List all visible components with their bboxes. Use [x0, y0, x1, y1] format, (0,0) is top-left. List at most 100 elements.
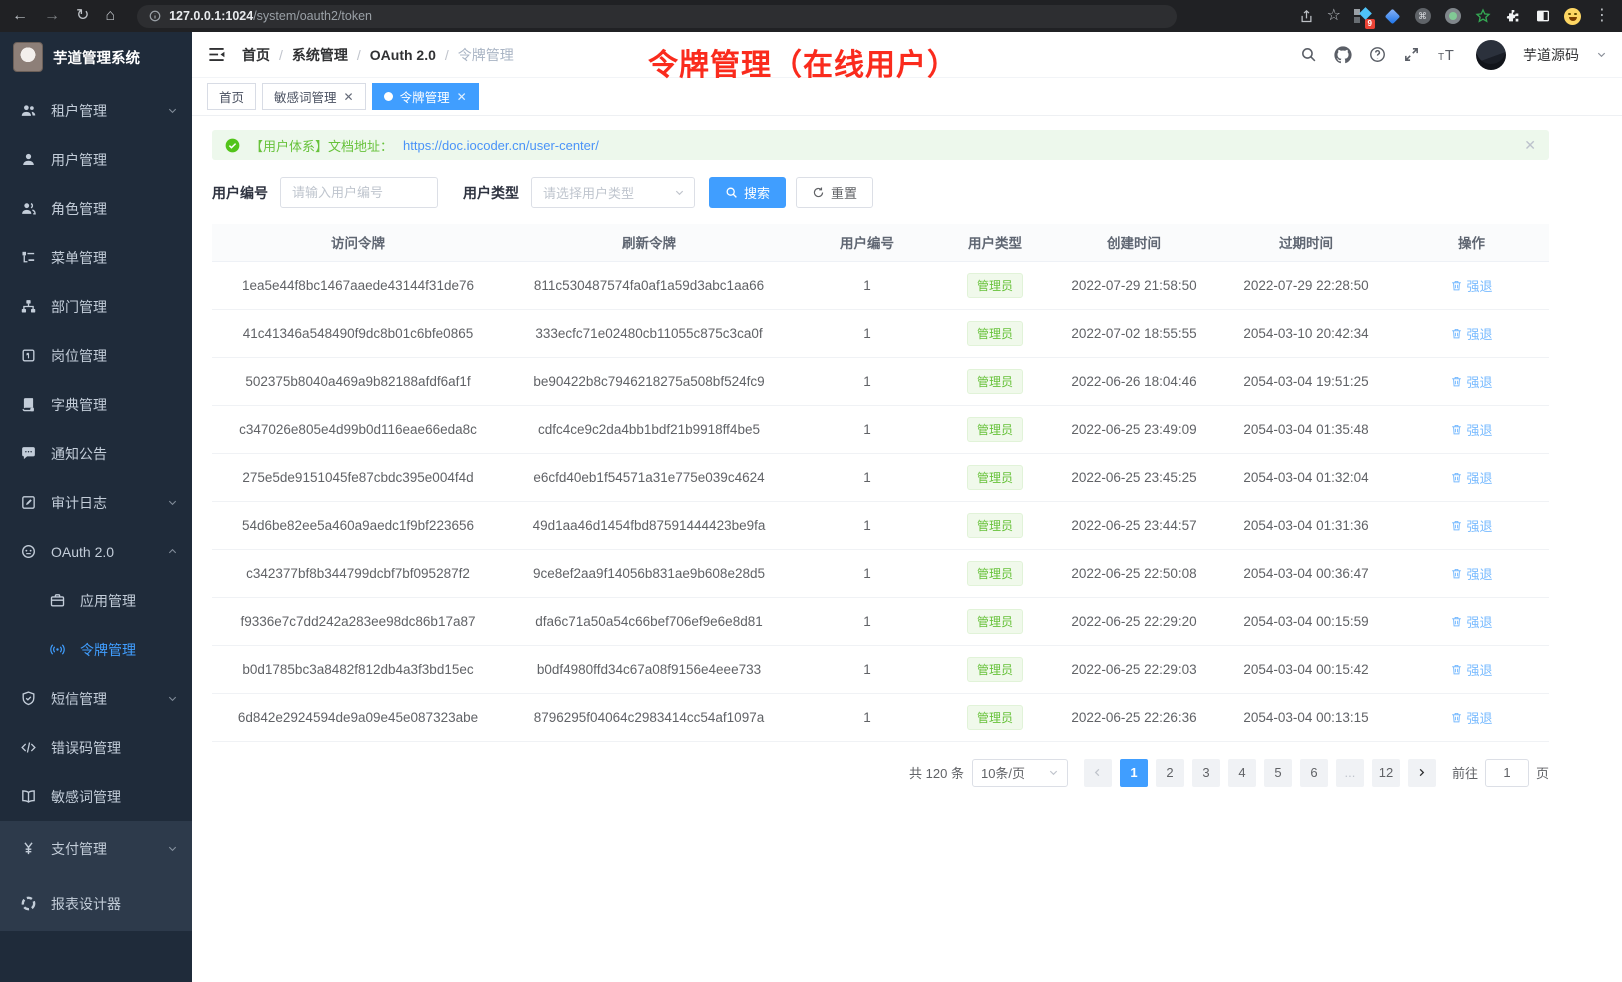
- extension-gem-icon[interactable]: [1384, 8, 1401, 25]
- bookmark-star-icon[interactable]: ☆: [1327, 8, 1341, 24]
- extension-command-icon[interactable]: ⌘: [1414, 8, 1431, 25]
- page-button-5[interactable]: 5: [1264, 759, 1292, 787]
- chevron-down-icon: [167, 843, 178, 854]
- cell-access-token: 275e5de9151045fe87cbdc395e004f4d: [212, 453, 504, 501]
- page-button-2[interactable]: 2: [1156, 759, 1184, 787]
- sidebar-item-短信管理[interactable]: 短信管理: [0, 674, 192, 723]
- sidebar-item-错误码管理[interactable]: 错误码管理: [0, 723, 192, 772]
- cell-action: 强退: [1394, 357, 1549, 405]
- breadcrumb-item[interactable]: OAuth 2.0: [370, 47, 436, 63]
- sidebar-item-租户管理[interactable]: 租户管理: [0, 86, 192, 135]
- extension-record-icon[interactable]: [1444, 8, 1461, 25]
- tab-令牌管理[interactable]: 令牌管理 ✕: [372, 83, 479, 110]
- page-size-select[interactable]: 10条/页: [972, 759, 1068, 787]
- profile-avatar-icon[interactable]: [1564, 8, 1581, 25]
- cell-user-id: 1: [794, 597, 940, 645]
- force-logout-button[interactable]: 强退: [1450, 612, 1492, 631]
- cell-user-id: 1: [794, 261, 940, 309]
- sidebar-item-用户管理[interactable]: 用户管理: [0, 135, 192, 184]
- sidebar-item-令牌管理[interactable]: 令牌管理: [0, 625, 192, 674]
- sidebar-item-支付管理[interactable]: 支付管理: [0, 821, 192, 876]
- back-icon[interactable]: ←: [12, 8, 28, 24]
- trash-icon: [1450, 663, 1463, 676]
- search-button-icon: [725, 186, 738, 199]
- user-caret-icon[interactable]: [1596, 49, 1607, 60]
- search-button[interactable]: 搜索: [709, 177, 786, 208]
- force-logout-button[interactable]: 强退: [1450, 372, 1492, 391]
- sidebar-panel-icon[interactable]: [1534, 8, 1551, 25]
- reset-button[interactable]: 重置: [796, 177, 873, 208]
- browser-menu-icon[interactable]: ⋮: [1594, 8, 1610, 24]
- reload-icon[interactable]: ↻: [76, 8, 89, 24]
- tab-close-icon[interactable]: ✕: [457, 90, 467, 104]
- user-id-input[interactable]: [280, 177, 438, 208]
- extension-star-icon[interactable]: [1474, 8, 1491, 25]
- page-button-3[interactable]: 3: [1192, 759, 1220, 787]
- sidebar-item-审计日志[interactable]: 审计日志: [0, 478, 192, 527]
- alert-close-icon[interactable]: ✕: [1524, 137, 1536, 154]
- page-button-4[interactable]: 4: [1228, 759, 1256, 787]
- user-type-select[interactable]: 请选择用户类型: [531, 177, 695, 208]
- prev-page-button[interactable]: [1084, 759, 1112, 787]
- help-icon[interactable]: [1369, 46, 1386, 63]
- cell-refresh-token: dfa6c71a50a54c66bef706ef9e6e8d81: [504, 597, 794, 645]
- cell-created: 2022-06-25 23:44:57: [1050, 501, 1218, 549]
- sidebar-item-岗位管理[interactable]: 岗位管理: [0, 331, 192, 380]
- site-info-icon[interactable]: [149, 10, 161, 22]
- force-logout-button[interactable]: 强退: [1450, 516, 1492, 535]
- sidebar-collapse-icon[interactable]: [207, 45, 226, 64]
- sidebar-item-字典管理[interactable]: 字典管理: [0, 380, 192, 429]
- goto-page-input[interactable]: [1485, 759, 1529, 787]
- sidebar-item-OAuth 2.0[interactable]: OAuth 2.0: [0, 527, 192, 576]
- sidebar-item-通知公告[interactable]: 通知公告: [0, 429, 192, 478]
- force-logout-button[interactable]: 强退: [1450, 420, 1492, 439]
- chevron-down-icon: [167, 497, 178, 508]
- user-icon: [19, 151, 37, 169]
- force-logout-button[interactable]: 强退: [1450, 660, 1492, 679]
- user-type-badge: 管理员: [967, 417, 1023, 442]
- sidebar-item-应用管理[interactable]: 应用管理: [0, 576, 192, 625]
- sidebar-item-角色管理[interactable]: 角色管理: [0, 184, 192, 233]
- force-logout-button[interactable]: 强退: [1450, 276, 1492, 295]
- github-icon[interactable]: [1334, 46, 1352, 64]
- tab-敏感词管理[interactable]: 敏感词管理 ✕: [262, 83, 366, 110]
- font-size-icon[interactable]: TT: [1437, 46, 1459, 63]
- extension-blocks-icon[interactable]: 9: [1354, 8, 1371, 25]
- cell-expires: 2054-03-04 00:13:15: [1218, 693, 1394, 741]
- sidebar-item-报表设计器[interactable]: 报表设计器: [0, 876, 192, 931]
- extensions-puzzle-icon[interactable]: [1504, 8, 1521, 25]
- app-logo[interactable]: 芋道管理系统: [0, 32, 192, 82]
- breadcrumb-item[interactable]: 首页: [242, 45, 270, 65]
- trash-icon: [1450, 615, 1463, 628]
- sidebar-item-菜单管理[interactable]: 菜单管理: [0, 233, 192, 282]
- column-header: 创建时间: [1050, 224, 1218, 261]
- alert-doc-link[interactable]: https://doc.iocoder.cn/user-center/: [403, 138, 599, 153]
- force-logout-button[interactable]: 强退: [1450, 468, 1492, 487]
- menu-tree-icon: [19, 249, 37, 267]
- home-icon[interactable]: ⌂: [105, 8, 115, 24]
- force-logout-button[interactable]: 强退: [1450, 708, 1492, 727]
- username[interactable]: 芋道源码: [1523, 45, 1579, 65]
- url-bar[interactable]: 127.0.0.1:1024/system/oauth2/token: [137, 5, 1177, 28]
- sidebar-item-部门管理[interactable]: 部门管理: [0, 282, 192, 331]
- tab-首页[interactable]: 首页: [207, 83, 256, 110]
- sidebar-item-敏感词管理[interactable]: 敏感词管理: [0, 772, 192, 821]
- search-icon[interactable]: [1300, 46, 1317, 63]
- breadcrumb-item[interactable]: 系统管理: [292, 45, 348, 65]
- force-logout-button[interactable]: 强退: [1450, 324, 1492, 343]
- page-button-6[interactable]: 6: [1300, 759, 1328, 787]
- force-logout-button[interactable]: 强退: [1450, 564, 1492, 583]
- page-button-12[interactable]: 12: [1372, 759, 1400, 787]
- tab-close-icon[interactable]: ✕: [344, 90, 354, 104]
- user-avatar[interactable]: [1476, 40, 1506, 70]
- page-button-...[interactable]: ...: [1336, 759, 1364, 787]
- fullscreen-icon[interactable]: [1403, 46, 1420, 63]
- cell-user-id: 1: [794, 549, 940, 597]
- cell-refresh-token: 49d1aa46d1454fbd87591444423be9fa: [504, 501, 794, 549]
- cell-expires: 2054-03-04 00:15:42: [1218, 645, 1394, 693]
- share-icon[interactable]: [1299, 9, 1314, 24]
- alert-text: 【用户体系】文档地址：: [250, 136, 393, 155]
- forward-icon[interactable]: →: [44, 8, 60, 24]
- next-page-button[interactable]: [1408, 759, 1436, 787]
- page-button-1[interactable]: 1: [1120, 759, 1148, 787]
